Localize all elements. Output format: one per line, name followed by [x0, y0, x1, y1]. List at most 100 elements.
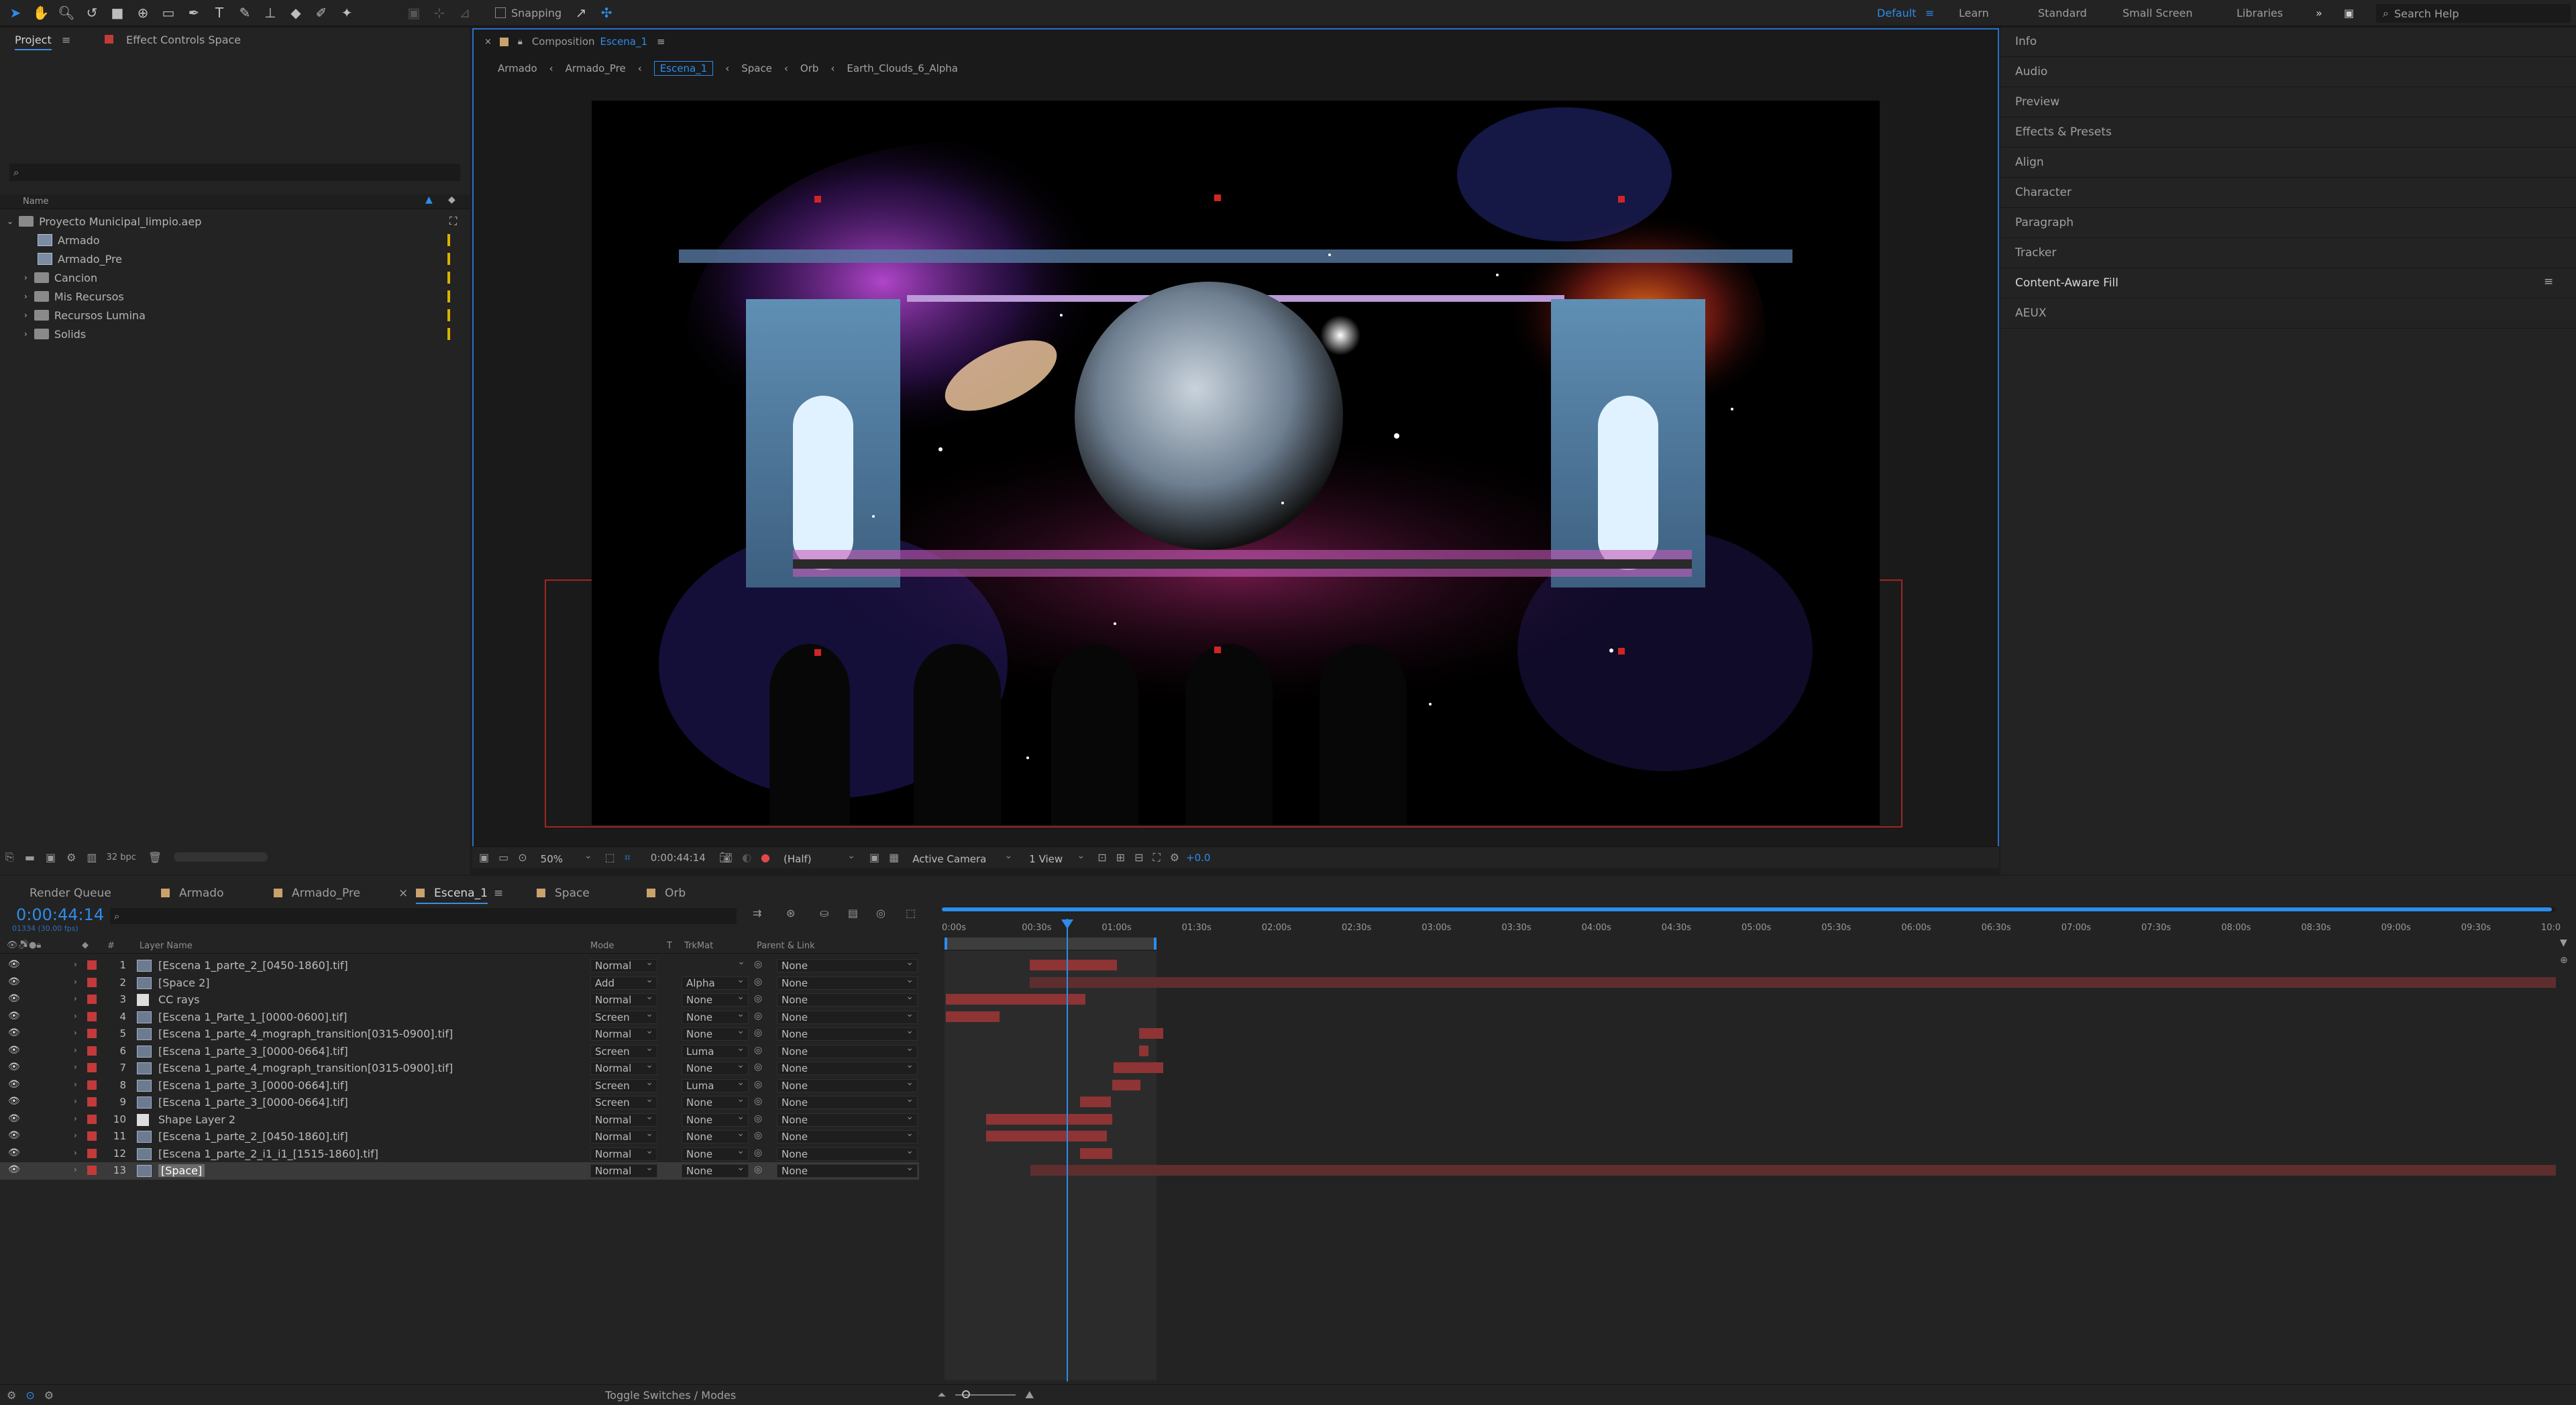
tab-close-icon[interactable]: × — [398, 887, 408, 900]
layer-row[interactable]: 👁︎ › 3 CC rays Normal None ◎ None — [0, 991, 919, 1009]
type-tool-icon[interactable]: T — [209, 3, 229, 23]
parent-pickwhip-icon[interactable]: ◎ — [754, 1062, 762, 1072]
parent-pickwhip-icon[interactable]: ◎ — [754, 1079, 762, 1090]
blend-mode-dropdown[interactable]: Normal — [590, 1162, 657, 1178]
viewer-timecode[interactable]: 0:00:44:14 — [651, 852, 706, 864]
workspace-learn[interactable]: Learn — [1959, 7, 1989, 19]
layer-name[interactable]: [Escena 1_Parte_1_[0000-0600].tif] — [158, 1011, 347, 1023]
label-tag-icon[interactable]: ◆ — [448, 194, 455, 205]
blend-mode-dropdown[interactable]: Normal — [590, 956, 657, 972]
pen-tool-icon[interactable]: ✒ — [184, 3, 204, 23]
parent-dropdown[interactable]: None — [777, 974, 918, 990]
track-matte-dropdown[interactable]: Alpha — [682, 974, 749, 990]
layer-duration-bar[interactable] — [1139, 1045, 1148, 1056]
resolution-dropdown[interactable]: (Half) — [780, 850, 859, 866]
hand-tool-icon[interactable]: ✋ — [31, 3, 51, 23]
layer-row[interactable]: 👁︎ › 10 Shape Layer 2 Normal None ◎ None — [0, 1111, 919, 1129]
always-preview-icon[interactable]: ▣ — [479, 851, 489, 864]
layer-label-swatch[interactable] — [87, 1063, 97, 1072]
blend-mode-dropdown[interactable]: Normal — [590, 1111, 657, 1127]
track-matte-dropdown[interactable]: None — [682, 1008, 749, 1024]
timeline-icon[interactable]: ⊟ — [1134, 851, 1143, 864]
project-item-armado[interactable]: Armado — [0, 231, 463, 249]
roto-brush-tool-icon[interactable]: ✐ — [311, 3, 331, 23]
breadcrumb-armado[interactable]: Armado — [498, 62, 537, 74]
layer-duration-bar[interactable] — [946, 1011, 1000, 1022]
color-depth-label[interactable]: 32 bpc — [107, 852, 136, 862]
rotate-tool-icon[interactable]: ↺ — [82, 3, 102, 23]
safe-zones-icon[interactable]: ⌗ — [625, 851, 631, 864]
project-item-mis-recursos[interactable]: › Mis Recursos — [0, 287, 463, 306]
parent-dropdown[interactable]: None — [777, 1127, 918, 1143]
expand-arrow-icon[interactable]: › — [74, 1011, 77, 1021]
layer-duration-bar[interactable] — [986, 1131, 1107, 1141]
project-item-solids[interactable]: › Solids — [0, 325, 463, 343]
track-matte-dropdown[interactable]: None — [682, 1145, 749, 1161]
panel-content-aware-fill[interactable]: Content-Aware Fill — [2015, 276, 2118, 290]
expand-arrow-icon[interactable]: › — [74, 1097, 77, 1106]
layer-name[interactable]: [Escena 1_parte_2_i1_i1_[1515-1860].tif] — [158, 1147, 378, 1160]
project-item-aep[interactable]: ⌄ Proyecto Municipal_limpio.aep ⛶ — [0, 212, 463, 231]
layer-duration-bar[interactable] — [1030, 976, 2556, 988]
layer-label-swatch[interactable] — [87, 1148, 97, 1158]
region-of-interest-icon[interactable]: ▣ — [869, 851, 879, 864]
layer-duration-bar[interactable] — [1139, 1028, 1163, 1039]
workspace-small-screen[interactable]: Small Screen — [2123, 7, 2193, 19]
parent-pickwhip-icon[interactable]: ◎ — [754, 1147, 762, 1158]
layer-name[interactable]: CC rays — [158, 993, 200, 1006]
visibility-eye-icon[interactable]: 👁︎ — [8, 959, 20, 970]
breadcrumb-space[interactable]: Space — [741, 62, 772, 74]
panel-paragraph[interactable]: Paragraph — [2015, 216, 2074, 229]
toggle-switches-modes[interactable]: Toggle Switches / Modes — [605, 1389, 736, 1402]
column-layer-name[interactable]: Layer Name — [140, 941, 193, 951]
layer-row[interactable]: 👁︎ › 6 [Escena 1_parte_3_[0000-0664].tif… — [0, 1042, 919, 1060]
show-snapshot-icon[interactable]: ◐ — [742, 851, 751, 864]
parent-dropdown[interactable]: None — [777, 1145, 918, 1161]
blend-mode-dropdown[interactable]: Screen — [590, 1076, 657, 1092]
breadcrumb-earth-clouds[interactable]: Earth_Clouds_6_Alpha — [847, 62, 958, 74]
sync-settings-icon[interactable]: ▣ — [2344, 7, 2354, 19]
parent-dropdown[interactable]: None — [777, 1162, 918, 1178]
track-matte-dropdown[interactable] — [682, 956, 749, 972]
visibility-eye-icon[interactable]: 👁︎ — [8, 1062, 20, 1072]
close-icon[interactable]: × — [484, 37, 492, 47]
layer-name[interactable]: Shape Layer 2 — [158, 1113, 235, 1126]
toggle-pixel-aspect-icon[interactable]: ⊡ — [1097, 851, 1106, 864]
tab-project[interactable]: Project — [15, 34, 52, 50]
parent-pickwhip-icon[interactable]: ◎ — [754, 959, 762, 970]
pan-behind-tool-icon[interactable]: ⊕ — [133, 3, 153, 23]
expand-arrow-icon[interactable]: › — [74, 977, 77, 987]
blend-mode-dropdown[interactable]: Normal — [590, 1025, 657, 1041]
column-name[interactable]: Name — [23, 196, 48, 207]
snapshot-icon[interactable]: 📷︎ — [719, 851, 733, 864]
tab-armado-pre[interactable]: Armado_Pre — [274, 887, 360, 900]
adjust-settings-icon[interactable]: ⚙ — [66, 851, 76, 864]
expand-arrow-icon[interactable]: › — [74, 1046, 77, 1055]
track-matte-dropdown[interactable]: None — [682, 1127, 749, 1143]
tab-orb[interactable]: Orb — [647, 887, 686, 900]
project-item-recursos-lumina[interactable]: › Recursos Lumina — [0, 306, 463, 325]
layer-label-swatch[interactable] — [87, 1114, 97, 1124]
project-item-armado-pre[interactable]: Armado_Pre — [0, 249, 463, 268]
snap-features-icon[interactable]: ✣ — [596, 3, 616, 23]
layer-duration-bar[interactable] — [1114, 1062, 1163, 1073]
camera-dropdown[interactable]: Active Camera — [908, 850, 1016, 866]
parent-dropdown[interactable]: None — [777, 1059, 918, 1075]
panel-audio[interactable]: Audio — [2015, 65, 2047, 78]
visibility-eye-icon[interactable]: 👁︎ — [8, 1027, 20, 1038]
parent-dropdown[interactable]: None — [777, 956, 918, 972]
view-layout-dropdown[interactable]: 1 View — [1025, 850, 1088, 866]
track-matte-dropdown[interactable]: None — [682, 1162, 749, 1178]
track-matte-dropdown[interactable]: None — [682, 991, 749, 1007]
expand-arrow-icon[interactable]: › — [74, 994, 77, 1003]
zoom-in-icon[interactable]: ⛰ — [1025, 1388, 1034, 1402]
expand-arrow-icon[interactable]: › — [24, 329, 28, 339]
frame-blending-icon[interactable]: ▤ — [848, 907, 858, 919]
channel-icon[interactable]: ● — [761, 851, 770, 864]
expand-arrow-icon[interactable]: › — [74, 1028, 77, 1037]
layer-row[interactable]: 👁︎ › 11 [Escena 1_parte_2_[0450-1860].ti… — [0, 1127, 919, 1145]
layer-name[interactable]: [Escena 1_parte_4_mograph_transition[031… — [158, 1027, 453, 1040]
tab-escena-1[interactable]: Escena_1 — [416, 887, 488, 904]
layer-duration-bar[interactable] — [1080, 1097, 1111, 1107]
layer-name[interactable]: [Escena 1_parte_4_mograph_transition[031… — [158, 1062, 453, 1074]
